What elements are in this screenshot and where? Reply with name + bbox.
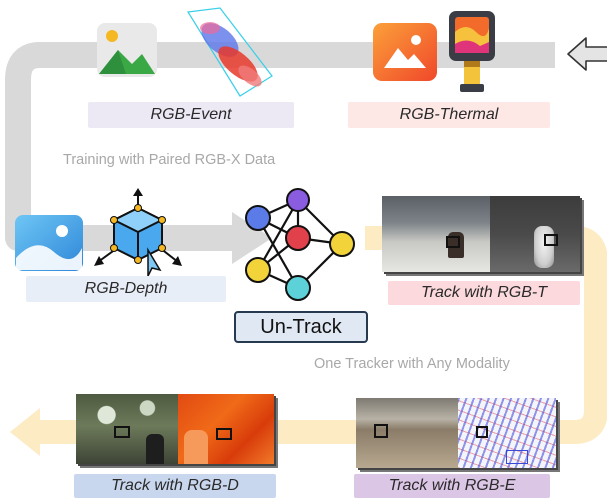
neural-network-icon (238, 188, 362, 304)
rgb-image-icon-event (96, 22, 158, 78)
target-bounding-box (114, 426, 130, 438)
training-caption: Training with Paired RGB-X Data (63, 152, 276, 168)
target-bounding-box (446, 236, 460, 248)
model-name-badge: Un-Track (234, 311, 368, 343)
depth-cube-icon (90, 186, 186, 280)
target-bounding-box (374, 424, 388, 438)
target-bounding-box (544, 234, 558, 246)
rgb-event-label: RGB-Event (88, 102, 294, 128)
target-bounding-box (476, 426, 488, 438)
thermal-frame-person (534, 226, 554, 268)
track-rgbe-label: Track with RGB-E (354, 474, 550, 498)
landscape-photo-icon (373, 23, 437, 81)
event-frame-detail (506, 450, 528, 464)
target-bounding-box (216, 428, 232, 440)
rgb-frame (356, 398, 458, 468)
rgb-thermal-label: RGB-Thermal (348, 102, 550, 128)
rgbt-tracking-frames (382, 196, 580, 272)
rgb-frame-person (146, 434, 164, 464)
rgbe-tracking-frames (356, 398, 556, 468)
rgb-depth-label: RGB-Depth (26, 276, 226, 302)
landscape-photo-icon (15, 215, 83, 271)
thermal-camera-icon (446, 8, 498, 96)
track-rgbd-label: Track with RGB-D (74, 474, 276, 498)
rgb-image-icon-depth (14, 214, 84, 272)
depth-frame-person (184, 430, 208, 464)
inference-caption: One Tracker with Any Modality (314, 356, 510, 372)
rgb-frame (382, 196, 490, 272)
event-point-cloud-icon (180, 6, 276, 98)
back-arrow-icon[interactable] (566, 34, 607, 74)
landscape-photo-icon (97, 23, 157, 77)
track-rgbt-label: Track with RGB-T (388, 281, 580, 305)
rgbd-tracking-frames (76, 394, 274, 464)
rgb-image-icon-thermal (372, 22, 438, 82)
